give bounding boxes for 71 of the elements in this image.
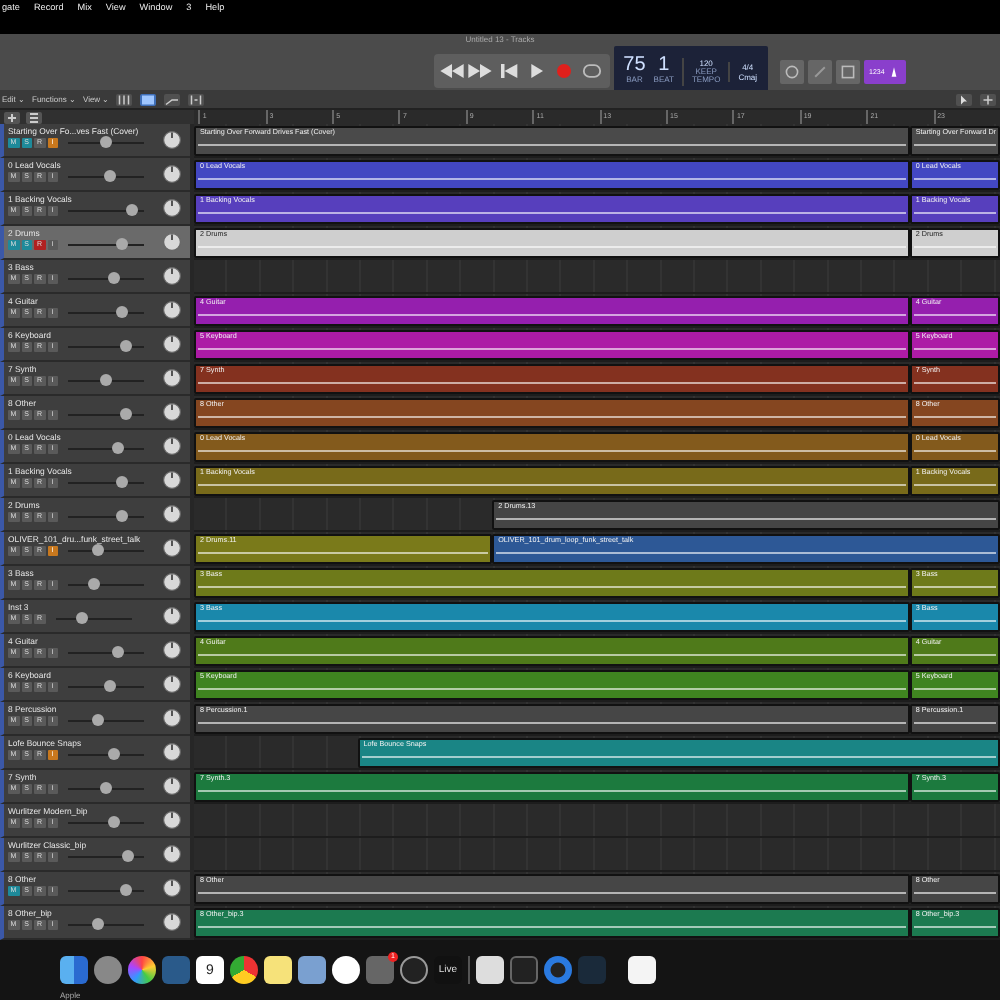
volume-slider[interactable] <box>92 918 105 931</box>
pan-knob[interactable] <box>162 742 182 762</box>
pan-knob[interactable] <box>162 266 182 286</box>
volume-slider[interactable] <box>100 782 112 795</box>
metronome-icon <box>888 65 901 77</box>
automation-icon[interactable] <box>164 93 181 105</box>
volume-slider[interactable] <box>111 646 124 659</box>
beat-value: 1 <box>658 56 670 77</box>
paper-icon[interactable] <box>476 956 504 984</box>
pan-knob[interactable] <box>162 164 182 184</box>
volume-slider[interactable] <box>103 680 116 693</box>
volume-slider[interactable] <box>115 510 128 523</box>
skip-back-icon[interactable] <box>495 64 520 78</box>
pan-knob[interactable] <box>162 538 182 558</box>
pan-knob[interactable] <box>162 334 182 354</box>
pan-knob[interactable] <box>162 300 182 320</box>
volume-slider[interactable] <box>92 714 105 727</box>
pencil-icon[interactable] <box>807 59 832 83</box>
volume-slider[interactable] <box>88 578 101 591</box>
volume-slider[interactable] <box>122 850 135 863</box>
pan-knob[interactable] <box>162 912 182 932</box>
volume-slider[interactable] <box>92 544 105 557</box>
pan-knob[interactable] <box>162 776 182 796</box>
volume-slider[interactable] <box>119 340 131 353</box>
global-tracks-icon[interactable] <box>26 111 42 123</box>
ring-icon[interactable] <box>544 956 572 984</box>
pan-knob[interactable] <box>162 368 182 388</box>
volume-slider[interactable] <box>111 442 124 455</box>
volume-slider[interactable] <box>107 816 120 829</box>
pan-knob[interactable] <box>162 606 182 626</box>
pan-knob[interactable] <box>162 130 182 150</box>
pan-knob[interactable] <box>162 878 182 898</box>
pan-knob[interactable] <box>162 470 182 490</box>
volume-slider[interactable] <box>100 136 112 149</box>
pan-knob[interactable] <box>162 572 182 592</box>
chrome-icon[interactable] <box>230 956 258 984</box>
volume-slider[interactable] <box>115 238 128 251</box>
rewind-icon[interactable] <box>439 64 464 78</box>
volume-slider[interactable] <box>119 408 131 421</box>
grid-view-icon[interactable] <box>116 93 133 105</box>
pan-knob[interactable] <box>162 640 182 660</box>
pan-knob[interactable] <box>162 504 182 524</box>
photos-icon[interactable] <box>128 956 156 984</box>
notes-icon[interactable] <box>264 956 292 984</box>
volume-slider[interactable] <box>103 170 116 183</box>
pan-knob[interactable] <box>162 198 182 218</box>
pan-knob[interactable] <box>162 436 182 456</box>
list-view-icon[interactable] <box>140 93 157 105</box>
disc-icon[interactable] <box>400 956 428 984</box>
pan-knob[interactable] <box>162 402 182 422</box>
doc-icon[interactable] <box>628 956 656 984</box>
finder-icon[interactable] <box>60 956 88 984</box>
cycle-icon[interactable] <box>579 64 604 78</box>
volume-slider[interactable] <box>107 748 120 761</box>
volume-slider[interactable] <box>115 476 128 489</box>
bar-value: 75 <box>623 56 646 77</box>
volume-slider[interactable] <box>119 884 131 897</box>
fast-forward-icon[interactable] <box>467 64 492 78</box>
volume-slider[interactable] <box>107 272 120 285</box>
pan-knob[interactable] <box>162 844 182 864</box>
volume-slider[interactable] <box>75 612 88 625</box>
pointer-tool-icon[interactable] <box>956 93 972 105</box>
pan-knob[interactable] <box>162 232 182 252</box>
pan-knob[interactable] <box>162 674 182 694</box>
volume-slider[interactable] <box>100 374 112 387</box>
volume-slider[interactable] <box>126 204 139 217</box>
pan-knob[interactable] <box>162 708 182 728</box>
pan-knob[interactable] <box>162 810 182 830</box>
flex-icon[interactable] <box>188 93 205 105</box>
crosshair-tool-icon[interactable] <box>980 93 996 105</box>
volume-slider[interactable] <box>115 306 128 319</box>
